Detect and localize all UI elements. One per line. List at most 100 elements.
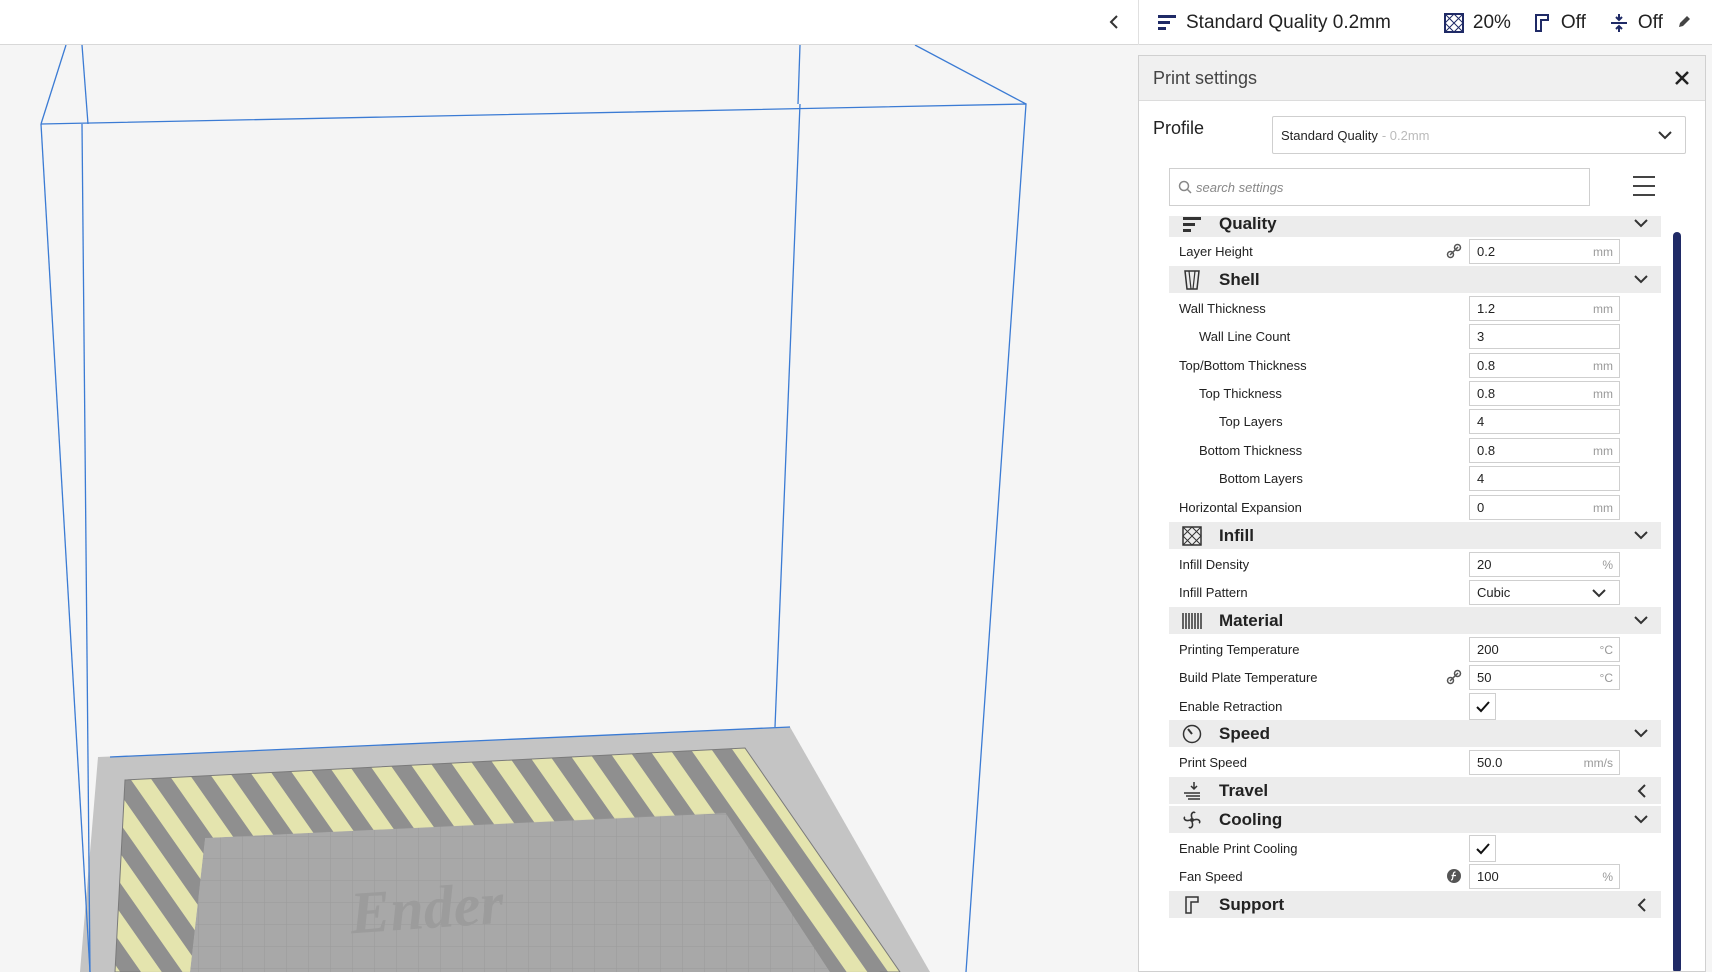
quality-icon — [1175, 216, 1209, 237]
category-infill[interactable]: Infill — [1169, 522, 1661, 549]
field-value: 1.2 — [1477, 301, 1496, 316]
settings-menu-button[interactable] — [1633, 176, 1655, 196]
setting-label: Wall Line Count — [1199, 328, 1291, 344]
settings-scrollbar[interactable] — [1673, 232, 1681, 971]
search-placeholder: search settings — [1196, 179, 1284, 195]
field-unit: mm — [1593, 500, 1613, 515]
profile-label: Profile — [1153, 118, 1205, 138]
profile-select-value: Standard Quality — [1281, 127, 1378, 143]
bed-logo: Ender — [347, 870, 506, 947]
field-value: 4 — [1477, 414, 1485, 429]
print-setup-summary[interactable]: Standard Quality 0.2mm 20% Off Off — [1140, 0, 1712, 45]
chevron-down-icon — [1634, 531, 1648, 540]
field-unit: mm/s — [1583, 755, 1613, 770]
close-icon[interactable] — [1671, 67, 1693, 89]
chevron-down-icon — [1592, 589, 1606, 598]
checkmark-icon — [1475, 842, 1490, 854]
infill-pattern-select[interactable]: Cubic — [1469, 580, 1620, 605]
top-bottom-thickness-input[interactable]: 0.8 mm — [1469, 353, 1620, 378]
enable-retraction-checkbox[interactable] — [1469, 693, 1496, 720]
top-thickness-input[interactable]: 0.8 mm — [1469, 381, 1620, 406]
setting-label: Bottom Layers — [1219, 470, 1303, 486]
bottom-thickness-input[interactable]: 0.8 mm — [1469, 438, 1620, 463]
panel-header: Print settings — [1139, 56, 1705, 101]
field-value: 50.0 — [1477, 755, 1503, 770]
setting-label: Horizontal Expansion — [1179, 499, 1302, 515]
material-icon — [1175, 607, 1209, 634]
settings-list[interactable]: Quality Layer Height 0.2 mm Shell Wall Th… — [1169, 216, 1661, 971]
category-material[interactable]: Material — [1169, 607, 1661, 634]
setting-label: Printing Temperature — [1179, 641, 1300, 657]
horizontal-expansion-input[interactable]: 0 mm — [1469, 495, 1620, 520]
profile-name: Standard Quality 0.2mm — [1186, 11, 1391, 33]
field-unit: mm — [1593, 301, 1613, 316]
setting-label: Infill Density — [1179, 556, 1250, 572]
category-label: Travel — [1219, 780, 1269, 800]
setting-label: Layer Height — [1179, 243, 1253, 259]
field-value: 3 — [1477, 329, 1485, 344]
category-label: Material — [1219, 610, 1284, 630]
print-speed-input[interactable]: 50.0 mm/s — [1469, 750, 1620, 775]
setting-wall-line-count: Wall Line Count 3 — [1169, 322, 1661, 350]
edit-pencil-icon[interactable] — [1674, 10, 1694, 34]
chevron-left-icon — [1109, 15, 1118, 29]
category-support[interactable]: Support — [1169, 891, 1661, 918]
category-travel[interactable]: Travel — [1169, 777, 1661, 804]
setting-bottom-layers: Bottom Layers 4 — [1169, 464, 1661, 492]
setting-horizontal-expansion: Horizontal Expansion 0 mm — [1169, 493, 1661, 521]
setting-label: Top/Bottom Thickness — [1179, 357, 1307, 373]
search-icon — [1178, 180, 1192, 194]
enable-print-cooling-checkbox[interactable] — [1469, 835, 1496, 862]
setting-label: Enable Print Cooling — [1179, 840, 1298, 856]
collapse-panel-button[interactable] — [1100, 8, 1128, 36]
category-label: Shell — [1219, 269, 1260, 289]
wall-thickness-input[interactable]: 1.2 mm — [1469, 296, 1620, 321]
top-layers-input[interactable]: 4 — [1469, 409, 1620, 434]
setting-label: Build Plate Temperature — [1179, 669, 1318, 685]
category-quality[interactable]: Quality — [1169, 216, 1661, 237]
link-icon — [1446, 669, 1462, 685]
setting-enable-print-cooling: Enable Print Cooling — [1169, 834, 1661, 862]
setting-wall-thickness: Wall Thickness 1.2 mm — [1169, 294, 1661, 322]
support-value: Off — [1560, 11, 1586, 33]
chevron-down-icon — [1634, 729, 1648, 738]
infill-density-input[interactable]: 20% — [1469, 552, 1620, 577]
setting-infill-density: Infill Density 20% — [1169, 550, 1661, 578]
adhesion-icon — [1608, 12, 1630, 34]
shell-icon — [1175, 266, 1209, 293]
category-speed[interactable]: Speed — [1169, 720, 1661, 747]
layer-height-input[interactable]: 0.2 mm — [1469, 239, 1620, 264]
setting-label: Bottom Thickness — [1199, 442, 1303, 458]
bottom-layers-input[interactable]: 4 — [1469, 466, 1620, 491]
build-plate-temperature-input[interactable]: 50 °C — [1469, 665, 1620, 690]
category-shell[interactable]: Shell — [1169, 266, 1661, 293]
chevron-down-icon — [1634, 219, 1648, 228]
link-icon — [1446, 243, 1462, 259]
chevron-down-icon — [1634, 616, 1648, 625]
adhesion-value: Off — [1637, 11, 1663, 33]
field-value: 0.8 — [1477, 443, 1496, 458]
chevron-down-icon — [1658, 131, 1672, 140]
support-icon — [1175, 891, 1209, 918]
wall-line-count-input[interactable]: 3 — [1469, 324, 1620, 349]
setting-layer-height: Layer Height 0.2 mm — [1169, 237, 1661, 265]
field-unit: °C — [1599, 670, 1613, 685]
field-value: Cubic — [1477, 585, 1511, 600]
support-icon — [1531, 12, 1553, 34]
setting-label: Top Layers — [1219, 413, 1283, 429]
field-value: 0.8 — [1477, 358, 1496, 373]
fan-speed-input[interactable]: 100% — [1469, 864, 1620, 889]
chevron-down-icon — [1634, 815, 1648, 824]
panel-title: Print settings — [1153, 67, 1258, 88]
setting-label: Enable Retraction — [1179, 698, 1283, 714]
function-icon — [1447, 869, 1461, 883]
profile-select[interactable]: Standard Quality - 0.2mm — [1272, 116, 1686, 154]
category-label: Speed — [1219, 723, 1271, 743]
field-unit: mm — [1593, 386, 1613, 401]
printing-temperature-input[interactable]: 200 °C — [1469, 637, 1620, 662]
setting-fan-speed: Fan Speed 100% — [1169, 862, 1661, 890]
category-cooling[interactable]: Cooling — [1169, 806, 1661, 833]
search-input[interactable]: search settings — [1169, 168, 1590, 206]
setting-label: Wall Thickness — [1179, 300, 1266, 316]
field-value: 0.2 — [1477, 244, 1496, 259]
